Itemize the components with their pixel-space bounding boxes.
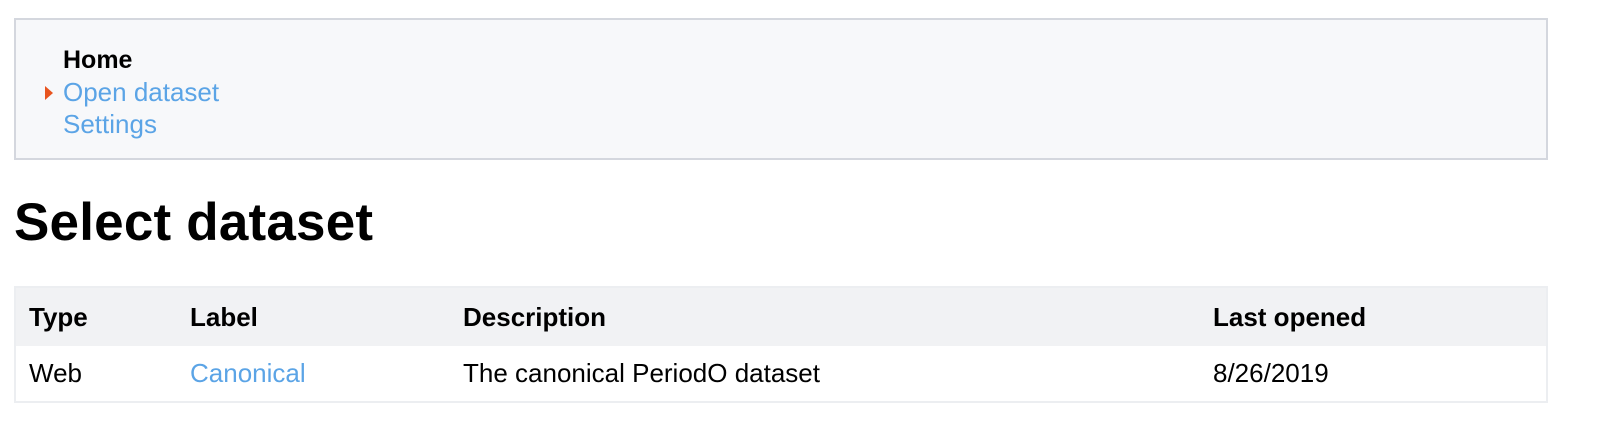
nav-item-home-label: Home	[63, 46, 133, 74]
nav-list: Home Open dataset Settings	[45, 44, 220, 140]
current-page-arrow-icon	[45, 86, 53, 100]
dataset-table: Type Label Description Last opened Web C…	[14, 286, 1548, 403]
main-navigation: Home Open dataset Settings	[14, 18, 1548, 160]
nav-item-open-dataset-label: Open dataset	[63, 77, 220, 107]
column-header-label: Label	[177, 287, 450, 346]
nav-item-open-dataset[interactable]: Open dataset	[45, 76, 220, 108]
cell-description: The canonical PeriodO dataset	[450, 346, 1200, 402]
cell-last-opened: 8/26/2019	[1200, 346, 1547, 402]
nav-item-home[interactable]: Home	[63, 44, 219, 76]
table-header: Type Label Description Last opened	[15, 287, 1547, 346]
page-title: Select dataset	[14, 193, 374, 252]
table-body: Web Canonical The canonical PeriodO data…	[15, 346, 1547, 402]
table-header-row: Type Label Description Last opened	[15, 287, 1547, 346]
column-header-description: Description	[450, 287, 1200, 346]
nav-item-settings[interactable]: Settings	[63, 108, 219, 140]
column-header-last-opened: Last opened	[1200, 287, 1547, 346]
column-header-type: Type	[15, 287, 177, 346]
cell-label: Canonical	[177, 346, 450, 402]
page: Home Open dataset Settings Select datase…	[0, 0, 1598, 432]
cell-type: Web	[15, 346, 177, 402]
dataset-link-canonical[interactable]: Canonical	[190, 358, 306, 388]
nav-item-settings-label: Settings	[63, 109, 157, 139]
table-row: Web Canonical The canonical PeriodO data…	[15, 346, 1547, 402]
